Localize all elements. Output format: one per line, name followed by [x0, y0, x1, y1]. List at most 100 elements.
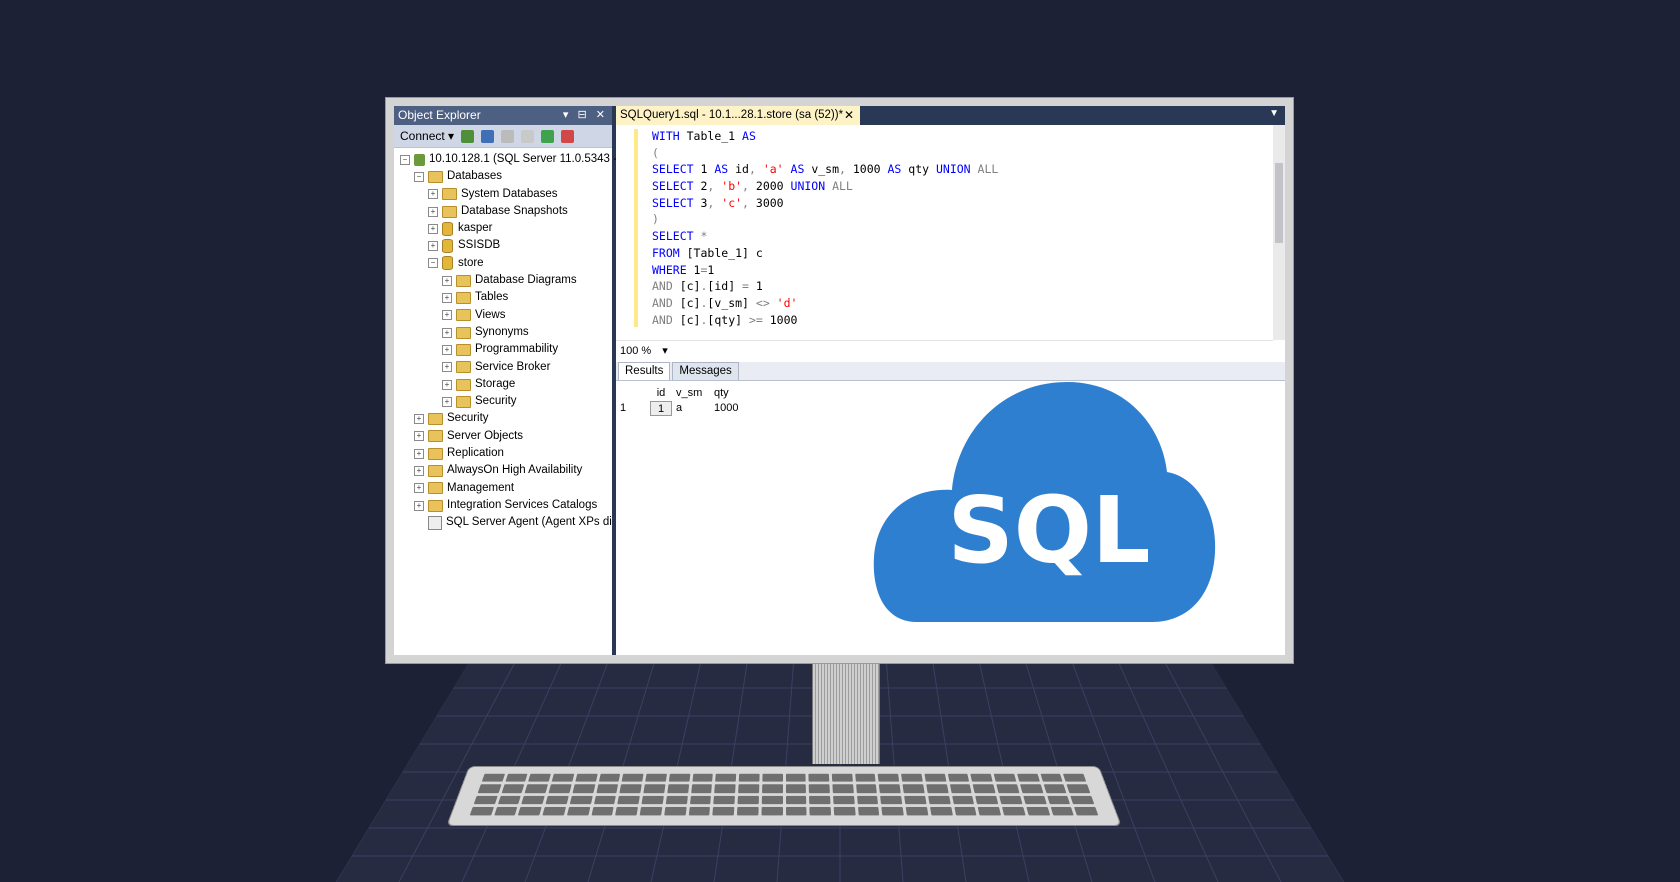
keyboard-key [551, 773, 575, 782]
expand-icon[interactable]: + [414, 431, 424, 442]
collapse-icon[interactable]: − [400, 154, 410, 165]
connect-icon[interactable] [461, 129, 475, 143]
expand-icon[interactable]: + [428, 206, 438, 217]
disconnect-icon[interactable] [481, 129, 495, 143]
code-editor[interactable]: WITH Table_1 AS(SELECT 1 AS id, 'a' AS v… [616, 125, 1273, 341]
tree-node[interactable]: + Views [394, 307, 612, 324]
code-token: 1000 [769, 312, 798, 327]
expand-icon[interactable]: + [442, 327, 452, 338]
tab-dropdown-icon[interactable]: ▼ [1269, 108, 1279, 119]
folder-icon [456, 274, 471, 287]
stop-icon[interactable] [501, 129, 515, 143]
expand-icon[interactable]: + [442, 344, 452, 355]
keyboard-key [664, 806, 687, 816]
keyboard-key [993, 773, 1017, 782]
tree-node[interactable]: + Storage [394, 376, 612, 393]
cell-rownum[interactable]: 1 [620, 401, 650, 416]
editor-vertical-scrollbar[interactable] [1273, 125, 1285, 340]
close-tab-icon[interactable]: ✕ [844, 106, 854, 125]
expand-icon[interactable]: + [414, 465, 424, 476]
tree-node[interactable]: + Server Objects [394, 428, 612, 445]
tree-node[interactable]: SQL Server Agent (Agent XPs di [394, 514, 612, 531]
filter-icon[interactable] [521, 129, 535, 143]
code-token: SELECT [652, 179, 701, 194]
expand-icon[interactable]: + [442, 379, 452, 390]
keyboard-key [972, 784, 996, 793]
tree-node[interactable]: + Replication [394, 445, 612, 462]
tree-node[interactable]: + System Databases [394, 186, 612, 203]
keyboard-key [528, 773, 552, 782]
tree-node[interactable]: + Security [394, 393, 612, 410]
tab-sqlquery1[interactable]: SQLQuery1.sql - 10.1...28.1.store (sa (5… [616, 106, 860, 125]
cell-qty[interactable]: 1000 [714, 401, 754, 416]
tree-node-server[interactable]: − 10.10.128.1 (SQL Server 11.0.5343 - [394, 151, 617, 168]
collapse-icon[interactable]: − [428, 258, 438, 269]
tree-node[interactable]: − store [394, 255, 612, 272]
code-token: AS [790, 162, 812, 177]
code-token: [v_sm] [707, 295, 756, 310]
tree-node-label: Tables [475, 291, 509, 304]
tree-node[interactable]: + Database Diagrams [394, 272, 612, 289]
code-token: , [839, 162, 853, 177]
keyboard-key [469, 806, 494, 816]
col-header-v-sm[interactable]: v_sm [672, 386, 714, 401]
keyboard-key [953, 806, 977, 816]
activity-monitor-icon[interactable] [561, 129, 575, 143]
scroll-thumb[interactable] [1275, 163, 1283, 243]
expand-icon[interactable]: + [414, 448, 424, 459]
keyboard-key [881, 806, 904, 816]
tree-node[interactable]: + Integration Services Catalogs [394, 497, 612, 514]
code-token: , [742, 179, 756, 194]
code-token: [id] [707, 279, 743, 294]
keyboard-key [970, 773, 993, 782]
expand-icon[interactable]: + [414, 414, 424, 425]
tree-node[interactable]: + Tables [394, 289, 612, 306]
code-token: FROM [652, 245, 687, 260]
tab-messages[interactable]: Messages [672, 362, 739, 380]
col-header-id[interactable]: id [650, 386, 672, 401]
refresh-icon[interactable] [541, 129, 555, 143]
expand-icon[interactable]: + [428, 189, 438, 200]
panel-controls[interactable]: ▾ ⊟ ✕ [563, 106, 608, 125]
code-line: AND [c].[v_sm] <> 'd' [652, 295, 998, 312]
expand-icon[interactable]: + [442, 275, 452, 286]
tree-node[interactable]: − Databases [394, 168, 612, 185]
keyboard-key [619, 784, 642, 793]
connect-button[interactable]: Connect ▾ [400, 125, 454, 147]
expand-icon[interactable]: + [414, 500, 424, 511]
zoom-level[interactable]: 100 % ▾ [616, 342, 1285, 360]
tree-node[interactable]: + kasper [394, 220, 612, 237]
cell-id[interactable]: 1 [650, 401, 672, 416]
collapse-icon[interactable]: − [414, 171, 424, 182]
expand-icon[interactable]: + [442, 396, 452, 407]
tree-node[interactable]: + Service Broker [394, 359, 612, 376]
keyboard-key [548, 784, 572, 793]
table-row: 1 1 a 1000 [620, 401, 754, 416]
code-token: AS [714, 162, 736, 177]
expand-icon[interactable]: + [442, 310, 452, 321]
tree-node[interactable]: + SSISDB [394, 237, 612, 254]
folder-icon [442, 188, 457, 201]
tab-results[interactable]: Results [618, 362, 671, 380]
expand-icon[interactable]: + [442, 293, 452, 304]
tree-node[interactable]: + Management [394, 480, 612, 497]
zoom-dropdown-icon[interactable]: ▾ [662, 345, 668, 357]
expand-icon[interactable]: + [428, 223, 438, 234]
expand-icon[interactable]: + [442, 362, 452, 373]
cell-v-sm[interactable]: a [672, 401, 714, 416]
keyboard-key [497, 795, 522, 804]
keyboard-key [518, 806, 542, 816]
expand-icon[interactable]: + [428, 241, 438, 252]
col-header-qty[interactable]: qty [714, 386, 754, 401]
tree-node[interactable]: + AlwaysOn High Availability [394, 462, 612, 479]
tree-node[interactable]: + Security [394, 410, 612, 427]
code-lines: WITH Table_1 AS(SELECT 1 AS id, 'a' AS v… [652, 128, 998, 328]
tree-node[interactable]: + Synonyms [394, 324, 612, 341]
keyboard-key [615, 806, 639, 816]
tree-node[interactable]: + Database Snapshots [394, 203, 612, 220]
folder-icon [456, 361, 471, 374]
expand-icon[interactable]: + [414, 483, 424, 494]
tree-node[interactable]: + Programmability [394, 341, 612, 358]
keyboard-key [645, 773, 667, 782]
keyboard-key [785, 773, 806, 782]
